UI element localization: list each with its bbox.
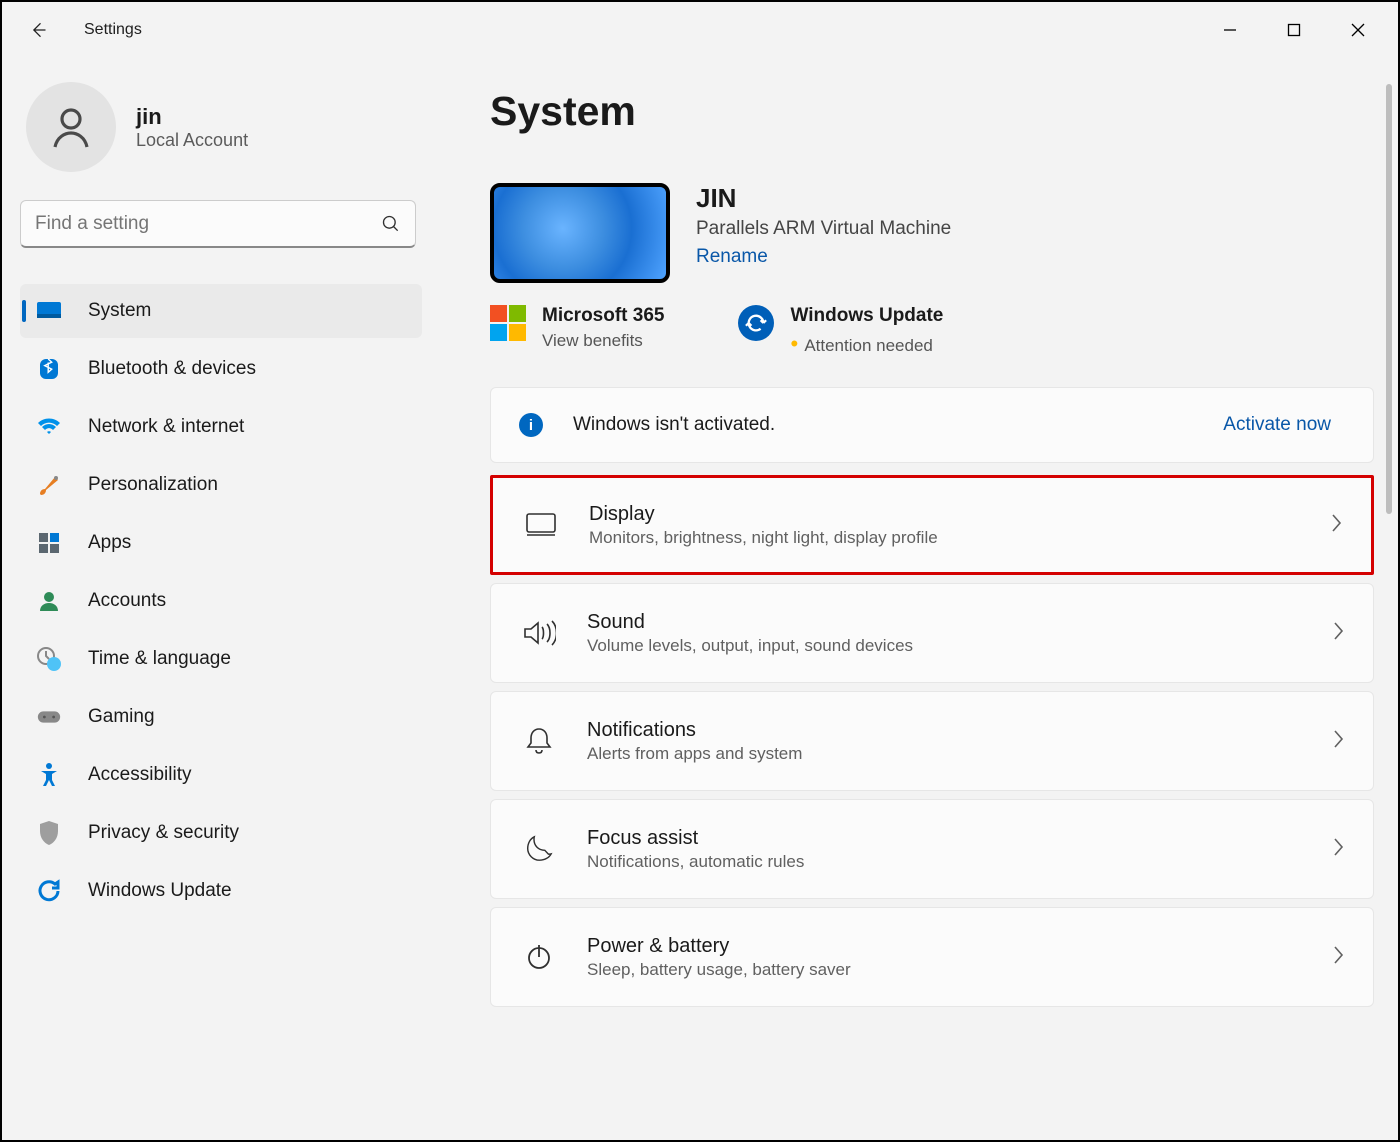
maximize-button[interactable] — [1262, 10, 1326, 50]
sidebar: jin Local Account System Bluetooth & dev… — [20, 62, 440, 1140]
app-title: Settings — [84, 21, 142, 39]
back-button[interactable] — [18, 10, 58, 50]
card-power-battery[interactable]: Power & battery Sleep, battery usage, ba… — [490, 907, 1374, 1007]
search-icon — [381, 214, 401, 234]
nav-label: Bluetooth & devices — [88, 358, 256, 380]
quick-windows-update[interactable]: Windows Update Attention needed — [738, 305, 943, 357]
card-subtitle: Volume levels, output, input, sound devi… — [587, 636, 913, 656]
wifi-icon — [36, 414, 62, 440]
search-input[interactable] — [35, 213, 381, 235]
device-name: JIN — [696, 183, 951, 214]
search-box[interactable] — [20, 200, 416, 248]
sync-icon — [738, 305, 774, 341]
nav-label: Personalization — [88, 474, 218, 496]
sound-icon — [519, 619, 559, 647]
quick-sub: Attention needed — [790, 331, 943, 357]
nav-label: Windows Update — [88, 880, 232, 902]
page-title: System — [490, 88, 1374, 135]
apps-icon — [36, 530, 62, 556]
clock-globe-icon — [36, 646, 62, 672]
moon-icon — [519, 835, 559, 863]
user-name: jin — [136, 104, 248, 130]
card-subtitle: Sleep, battery usage, battery saver — [587, 960, 851, 980]
nav-label: Gaming — [88, 706, 155, 728]
nav-list: System Bluetooth & devices Network & int… — [20, 284, 440, 918]
card-subtitle: Alerts from apps and system — [587, 744, 802, 764]
window-controls — [1198, 10, 1390, 50]
chevron-right-icon — [1329, 512, 1343, 539]
chevron-right-icon — [1331, 944, 1345, 971]
chevron-right-icon — [1331, 836, 1345, 863]
quick-links: Microsoft 365 View benefits Windows Upda… — [490, 305, 1374, 357]
rename-link[interactable]: Rename — [696, 246, 768, 268]
nav-item-privacy[interactable]: Privacy & security — [20, 806, 422, 860]
display-icon — [521, 512, 561, 538]
card-subtitle: Monitors, brightness, night light, displ… — [589, 528, 938, 548]
card-title: Power & battery — [587, 935, 851, 958]
nav-label: Accessibility — [88, 764, 191, 786]
close-button[interactable] — [1326, 10, 1390, 50]
avatar — [26, 82, 116, 172]
nav-item-gaming[interactable]: Gaming — [20, 690, 422, 744]
nav-item-system[interactable]: System — [20, 284, 422, 338]
nav-item-apps[interactable]: Apps — [20, 516, 422, 570]
device-description: Parallels ARM Virtual Machine — [696, 218, 951, 240]
card-title: Focus assist — [587, 827, 804, 850]
microsoft-logo-icon — [490, 305, 526, 341]
person-icon — [36, 588, 62, 614]
chevron-right-icon — [1331, 620, 1345, 647]
activation-banner: i Windows isn't activated. Activate now — [490, 387, 1374, 463]
nav-item-bluetooth[interactable]: Bluetooth & devices — [20, 342, 422, 396]
card-subtitle: Notifications, automatic rules — [587, 852, 804, 872]
bluetooth-icon — [36, 356, 62, 382]
settings-cards: Display Monitors, brightness, night ligh… — [490, 475, 1374, 1007]
user-subtitle: Local Account — [136, 130, 248, 151]
nav-label: Privacy & security — [88, 822, 239, 844]
nav-label: Apps — [88, 532, 131, 554]
gamepad-icon — [36, 704, 62, 730]
quick-sub: View benefits — [542, 331, 664, 351]
device-info: JIN Parallels ARM Virtual Machine Rename — [490, 183, 1374, 283]
main-content: System JIN Parallels ARM Virtual Machine… — [440, 62, 1398, 1140]
minimize-button[interactable] — [1198, 10, 1262, 50]
card-title: Display — [589, 503, 938, 526]
nav-item-network[interactable]: Network & internet — [20, 400, 422, 454]
card-focus-assist[interactable]: Focus assist Notifications, automatic ru… — [490, 799, 1374, 899]
brush-icon — [36, 472, 62, 498]
quick-title: Microsoft 365 — [542, 305, 664, 327]
card-sound[interactable]: Sound Volume levels, output, input, soun… — [490, 583, 1374, 683]
accessibility-icon — [36, 762, 62, 788]
nav-label: System — [88, 300, 151, 322]
quick-title: Windows Update — [790, 305, 943, 327]
card-display[interactable]: Display Monitors, brightness, night ligh… — [490, 475, 1374, 575]
power-icon — [519, 943, 559, 971]
scrollbar[interactable] — [1386, 84, 1392, 514]
shield-icon — [36, 820, 62, 846]
banner-text: Windows isn't activated. — [573, 414, 1223, 436]
info-icon: i — [519, 413, 543, 437]
nav-label: Accounts — [88, 590, 166, 612]
nav-label: Network & internet — [88, 416, 244, 438]
bell-icon — [519, 726, 559, 756]
card-title: Sound — [587, 611, 913, 634]
nav-item-accessibility[interactable]: Accessibility — [20, 748, 422, 802]
desktop-thumbnail — [490, 183, 670, 283]
nav-label: Time & language — [88, 648, 231, 670]
user-profile[interactable]: jin Local Account — [20, 62, 440, 200]
activate-now-link[interactable]: Activate now — [1223, 414, 1331, 436]
card-title: Notifications — [587, 719, 802, 742]
nav-item-accounts[interactable]: Accounts — [20, 574, 422, 628]
nav-item-time-language[interactable]: Time & language — [20, 632, 422, 686]
chevron-right-icon — [1331, 728, 1345, 755]
titlebar: Settings — [2, 2, 1398, 58]
nav-item-windows-update[interactable]: Windows Update — [20, 864, 422, 918]
nav-item-personalization[interactable]: Personalization — [20, 458, 422, 512]
quick-m365[interactable]: Microsoft 365 View benefits — [490, 305, 664, 351]
monitor-icon — [36, 298, 62, 324]
sync-icon — [36, 878, 62, 904]
card-notifications[interactable]: Notifications Alerts from apps and syste… — [490, 691, 1374, 791]
